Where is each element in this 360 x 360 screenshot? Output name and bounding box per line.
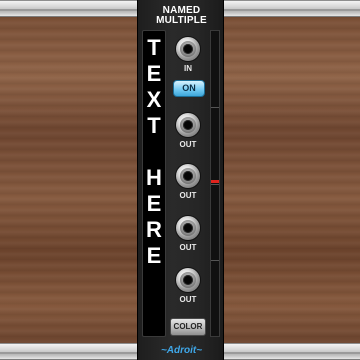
output-jack-3-label: OUT (179, 243, 197, 252)
name-letter: H (146, 165, 162, 190)
indicator-divider (211, 184, 219, 185)
output-jack-1-label: OUT (179, 140, 197, 149)
name-letter: E (146, 243, 162, 268)
name-letter: E (146, 61, 162, 86)
output-jack-2-icon[interactable] (176, 164, 200, 188)
name-letter: R (146, 217, 162, 242)
name-letter: T (147, 35, 161, 60)
module-title-line2: MULTIPLE (156, 15, 207, 26)
color-button[interactable]: COLOR (170, 318, 206, 336)
name-letter: T (147, 113, 161, 138)
input-jack-icon[interactable] (176, 37, 200, 61)
output-jack-1-icon[interactable] (176, 113, 200, 137)
output-jack-3-icon[interactable] (176, 216, 200, 240)
indicator-divider (211, 107, 219, 108)
indicator-divider (211, 260, 219, 261)
name-label-text: T E X T H E R E (143, 35, 165, 269)
brand-logo: ~Adroit~ (160, 345, 203, 356)
indicator-marker (211, 180, 219, 183)
name-letter: X (146, 87, 162, 112)
name-letter-gap (143, 139, 165, 165)
named-multiple-module[interactable]: NAMED MULTIPLE T E X T H E R E IN ON OUT… (137, 0, 224, 360)
on-button[interactable]: ON (173, 80, 205, 97)
name-label-strip[interactable]: T E X T H E R E (142, 30, 166, 337)
name-letter: E (146, 191, 162, 216)
output-jack-2-label: OUT (179, 191, 197, 200)
output-jack-4-icon[interactable] (176, 268, 200, 292)
channel-indicator-column (210, 30, 220, 337)
output-jack-4-label: OUT (179, 295, 197, 304)
input-jack-label: IN (184, 64, 192, 73)
